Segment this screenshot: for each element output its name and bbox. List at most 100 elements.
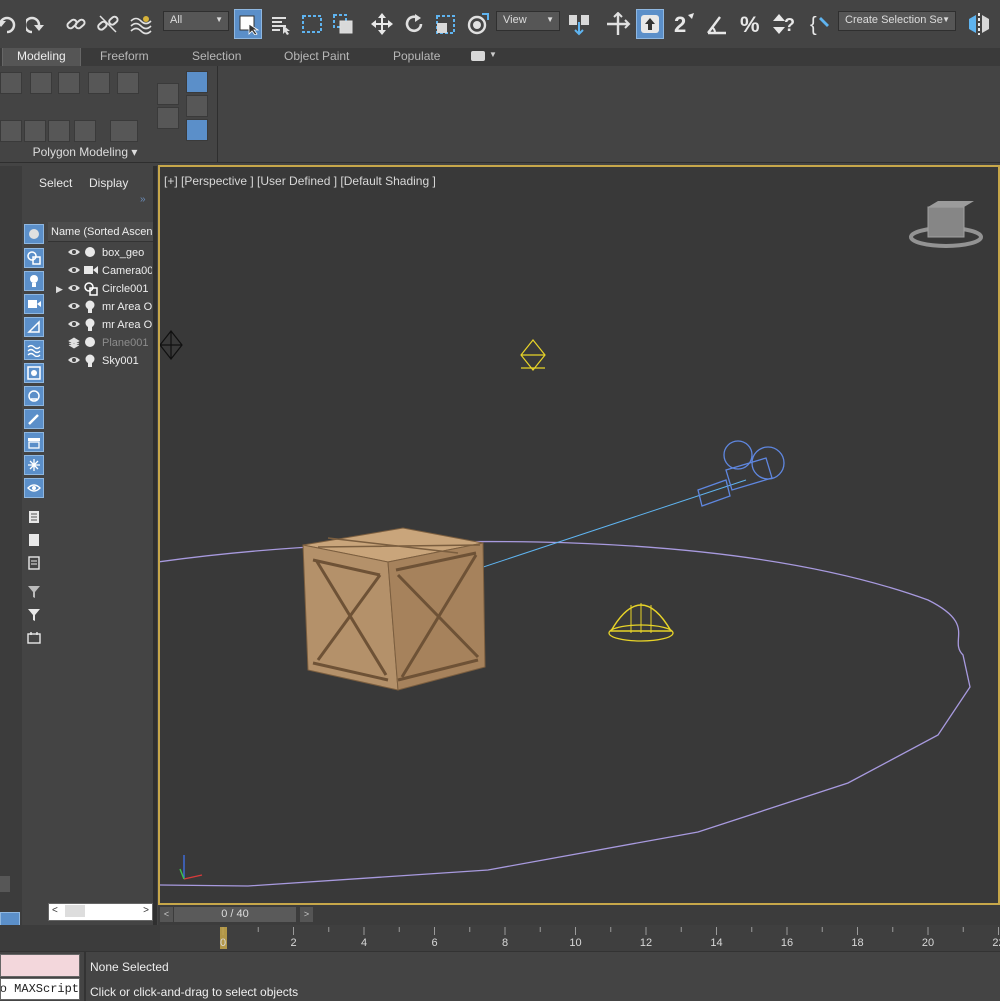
selection-filter-dropdown[interactable]: All ▼ (163, 11, 229, 31)
display-containers-icon[interactable] (24, 432, 44, 452)
next-frame-icon[interactable]: > (300, 907, 313, 922)
use-soft-selection-icon[interactable] (110, 120, 138, 142)
element-icon[interactable] (88, 72, 110, 94)
rotate-icon[interactable] (400, 9, 428, 39)
panel-title[interactable]: Polygon Modeling ▾ (0, 145, 170, 159)
bind-space-warp-icon[interactable] (126, 9, 154, 39)
angle-snap-icon[interactable] (704, 9, 732, 39)
list-item-sky[interactable]: Sky001 (48, 352, 153, 370)
panel-splitter[interactable] (153, 166, 157, 949)
container-icon[interactable] (24, 628, 44, 648)
edge-icon[interactable] (0, 72, 22, 94)
list-item-area-omni-2[interactable]: mr Area Omni002 (48, 316, 153, 334)
time-slider-thumb[interactable]: 0 / 40 (174, 907, 296, 922)
list-item-area-omni-1[interactable]: mr Area Omni001 (48, 298, 153, 316)
previous-frame-icon[interactable]: < (160, 907, 173, 922)
collapse-stack-icon[interactable] (48, 120, 70, 142)
caret-down-icon[interactable]: ▼ (489, 50, 497, 59)
explorer-menu-select[interactable]: Select (39, 176, 72, 190)
preserve-uvs-icon[interactable] (24, 120, 46, 142)
ribbon-minimize-button[interactable] (471, 51, 485, 61)
display-lights-icon[interactable] (24, 271, 44, 291)
object-icon[interactable] (117, 72, 139, 94)
tab-object-paint[interactable]: Object Paint (284, 48, 349, 66)
eye-icon[interactable] (68, 355, 80, 365)
undo-icon[interactable] (0, 9, 22, 39)
display-none-icon[interactable] (24, 224, 44, 244)
eye-icon[interactable] (68, 319, 80, 329)
stack-down-icon[interactable] (157, 107, 179, 129)
named-selection-sets-dropdown[interactable]: Create Selection Se ▼ (838, 11, 956, 31)
horizontal-scrollbar[interactable]: < > (48, 903, 153, 921)
mirror-icon[interactable] (966, 9, 994, 39)
display-bones-icon[interactable] (24, 409, 44, 429)
display-geometry-icon[interactable] (24, 248, 44, 268)
filter-icon[interactable] (24, 605, 44, 625)
scale-icon[interactable] (432, 9, 460, 39)
percent-snap-icon[interactable]: % (738, 9, 766, 39)
eye-icon[interactable] (68, 283, 80, 293)
repeat-last-icon[interactable] (186, 95, 208, 117)
display-xrefs-icon[interactable] (24, 386, 44, 406)
display-space-warps-icon[interactable] (24, 340, 44, 360)
expand-arrow-icon[interactable] (0, 876, 10, 892)
link-icon[interactable] (62, 9, 90, 39)
tab-modeling[interactable]: Modeling (2, 48, 81, 66)
reference-coordinate-dropdown[interactable]: View ▼ (496, 11, 560, 31)
time-slider[interactable]: < 0 / 40 > (158, 905, 1000, 925)
eye-icon[interactable] (68, 301, 80, 311)
display-all-icon[interactable] (24, 478, 44, 498)
window-crossing-icon[interactable] (330, 9, 358, 39)
list-item-plane[interactable]: Plane001 (48, 334, 153, 352)
select-by-name-icon[interactable] (266, 9, 294, 39)
display-particles-icon[interactable] (24, 455, 44, 475)
unlink-icon[interactable] (94, 9, 122, 39)
chevron-right-icon[interactable]: » (140, 194, 146, 205)
eye-icon[interactable] (68, 247, 80, 257)
filter-settings-icon[interactable] (24, 582, 44, 602)
tab-freeform[interactable]: Freeform (100, 48, 149, 66)
edit-named-selection-sets-icon[interactable]: { (808, 9, 836, 39)
border-icon[interactable] (30, 72, 52, 94)
column-header-name[interactable]: Name (Sorted Ascending) (48, 222, 153, 242)
pivot-center-icon[interactable] (566, 9, 594, 39)
modify-mode-icon[interactable] (0, 120, 22, 142)
maxscript-output[interactable]: Welcome to MAXScript (0, 978, 80, 1000)
scroll-thumb[interactable] (65, 905, 85, 917)
explorer-menu-display[interactable]: Display (89, 176, 128, 190)
select-all-icon[interactable] (24, 507, 44, 527)
move-icon[interactable] (368, 9, 396, 39)
expand-arrow-icon[interactable]: ▶ (56, 284, 63, 295)
select-none-icon[interactable] (24, 530, 44, 550)
rectangular-selection-icon[interactable] (298, 9, 326, 39)
stack-up-icon[interactable] (157, 83, 179, 105)
list-item-camera[interactable]: Camera001 (48, 262, 153, 280)
tab-populate[interactable]: Populate (393, 48, 440, 66)
snaps-toggle-icon[interactable]: 2 (672, 9, 700, 39)
frozen-layers-icon[interactable] (68, 337, 80, 349)
track-bar[interactable]: 0 2 4 6 8 10 12 14 16 18 20 22 (160, 925, 1000, 951)
select-object-icon[interactable] (234, 9, 262, 39)
redo-icon[interactable] (24, 9, 52, 39)
scroll-right-icon[interactable]: > (143, 905, 149, 916)
maxscript-input[interactable] (0, 954, 80, 977)
scroll-left-icon[interactable]: < (52, 905, 58, 916)
perspective-viewport[interactable]: [+] [Perspective ] [User Defined ] [Defa… (158, 165, 1000, 905)
display-helpers-icon[interactable] (24, 317, 44, 337)
list-item-box-geo[interactable]: box_geo (48, 244, 153, 262)
tab-selection[interactable]: Selection (192, 48, 241, 66)
maxscript-listener[interactable]: Welcome to MAXScript (0, 954, 80, 1000)
select-manipulate-transform-icon[interactable] (604, 9, 632, 39)
select-manipulate-icon[interactable] (464, 9, 492, 39)
display-groups-icon[interactable] (24, 363, 44, 383)
keyboard-shortcut-override-icon[interactable] (636, 9, 664, 39)
polygon-icon[interactable] (58, 72, 80, 94)
show-end-result-icon[interactable] (74, 120, 96, 142)
eye-icon[interactable] (68, 265, 80, 275)
spinner-snap-icon[interactable]: ? (770, 9, 798, 39)
list-item-circle[interactable]: ▶ Circle001 (48, 280, 153, 298)
toggle-command-mode-icon[interactable] (186, 71, 208, 93)
select-invert-icon[interactable] (24, 553, 44, 573)
show-cage-icon[interactable] (186, 119, 208, 141)
display-cameras-icon[interactable] (24, 294, 44, 314)
